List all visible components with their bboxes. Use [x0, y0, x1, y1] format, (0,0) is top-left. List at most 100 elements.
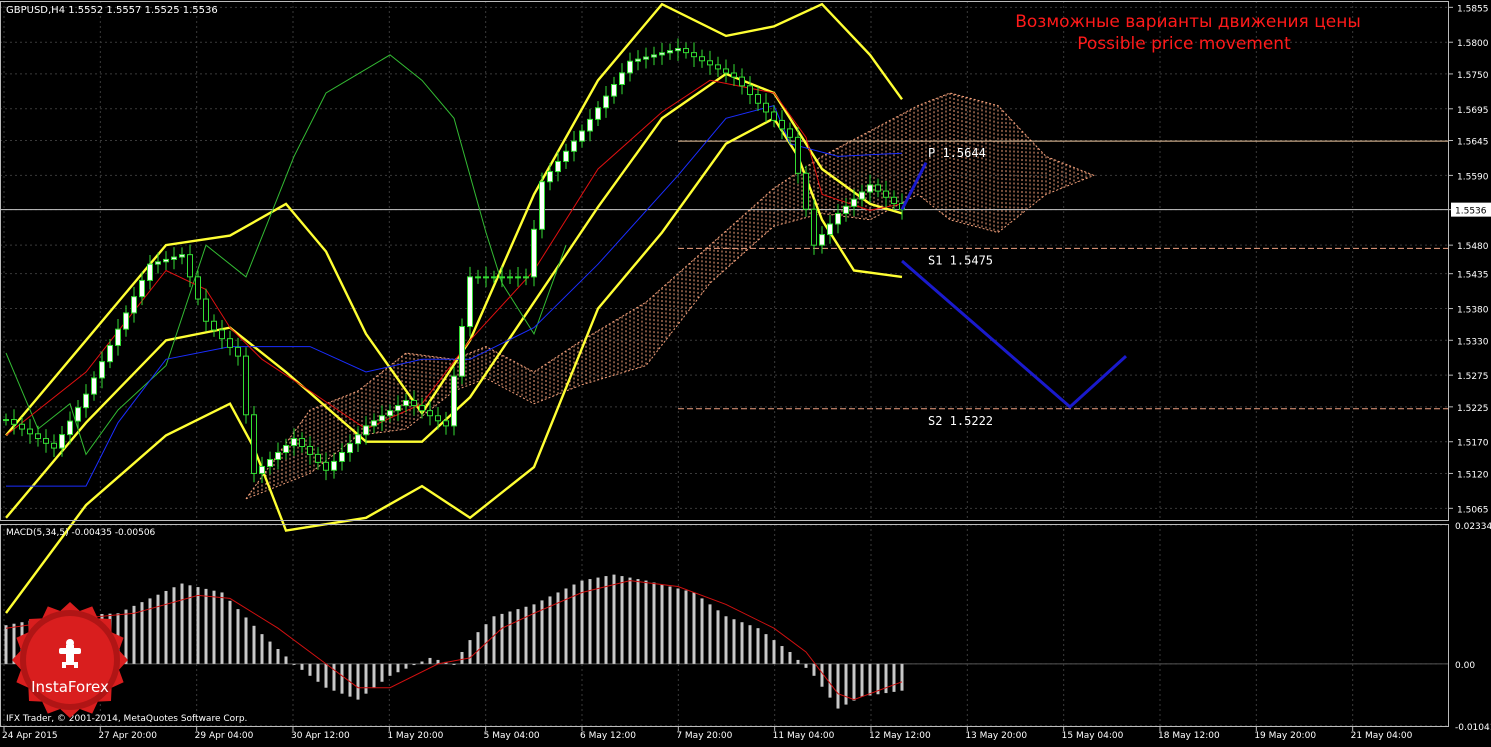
candle-body — [475, 276, 481, 279]
candle-body — [371, 420, 377, 427]
candle-body — [843, 205, 849, 214]
macd-bar — [372, 663, 376, 688]
chikou-line — [5, 54, 567, 456]
time-tick-label: 29 Apr 04:00 — [195, 731, 254, 741]
candle-body — [651, 54, 657, 58]
macd-bar — [268, 641, 272, 664]
candle-body — [67, 420, 73, 436]
candle-body — [59, 434, 65, 449]
candle-body — [739, 76, 745, 87]
macd-bar — [756, 628, 760, 664]
candle-body — [19, 423, 25, 430]
candle-body — [595, 107, 601, 120]
price-tick-label: 1.5065 — [1457, 505, 1489, 515]
time-tick-label: 19 May 20:00 — [1254, 731, 1316, 741]
pivot-levels: P 1.5644 S1 1.5475 S2 1.5222 — [0, 140, 1449, 428]
candle-body — [275, 452, 281, 460]
candle-body — [683, 48, 689, 54]
candle-body — [603, 95, 609, 109]
candle-body — [211, 320, 217, 331]
pivot-label: P 1.5644 — [928, 146, 986, 160]
candle-body — [347, 443, 353, 454]
candle-body — [883, 190, 889, 198]
candle-body — [195, 276, 201, 300]
chart-canvas[interactable]: P 1.5644S1 1.5475S2 1.5222 1.58551.58001… — [0, 0, 1491, 743]
macd-bar — [644, 580, 648, 664]
candle-body — [387, 410, 393, 417]
candle-body — [27, 428, 33, 435]
current-price-label: 1.5536 — [1455, 207, 1487, 217]
axes: 1.5855 1.5800 1.5750 1.5695 1.5645 1.5590 1.54… — [2, 4, 1491, 741]
candle-body — [355, 434, 361, 445]
candle-body — [763, 102, 769, 113]
candle-body — [579, 130, 585, 142]
candle-body — [451, 375, 457, 427]
candle-body — [571, 140, 577, 152]
candle-body — [787, 128, 793, 138]
macd-bar — [124, 609, 128, 664]
senkou-span-b-line — [245, 174, 1095, 500]
macd-tick-label: 0.02334 — [1455, 522, 1491, 532]
price-panel-frame — [0, 1, 1449, 521]
candle-body — [723, 68, 729, 74]
candle-body — [291, 438, 297, 447]
candle-body — [35, 433, 41, 440]
candle-body — [83, 393, 89, 409]
candle-body — [179, 254, 185, 258]
pivot-label: S2 1.5222 — [928, 414, 993, 428]
candle-body — [547, 171, 553, 183]
candle-body — [75, 407, 81, 422]
price-tick-label: 1.5480 — [1457, 242, 1489, 252]
candle-body — [131, 296, 137, 314]
macd-bar — [892, 663, 896, 692]
price-tick-label: 1.5800 — [1457, 39, 1489, 49]
candle-body — [691, 52, 697, 58]
candle-body — [643, 56, 649, 60]
time-tick-label: 7 May 20:00 — [676, 731, 732, 741]
candle-body — [627, 60, 633, 74]
macd-bar — [604, 576, 608, 664]
candles — [3, 38, 905, 484]
macd-bar — [428, 657, 432, 664]
macd-bar — [516, 609, 520, 664]
forecast-path — [901, 259, 1128, 409]
macd-bar — [332, 663, 336, 691]
chart-window[interactable]: P 1.5644 S1 1.5475 S2 1.5222 1.5855 1.5800 1… — [0, 0, 1491, 743]
logo-text: InstaForex — [31, 678, 109, 696]
macd-bar — [348, 663, 352, 697]
candle-body — [155, 261, 161, 265]
candle-body — [331, 460, 337, 471]
copyright-text: IFX Trader, © 2001-2014, MetaQuotes Soft… — [6, 714, 247, 724]
macd-bar — [500, 613, 504, 664]
macd-bar — [172, 587, 176, 664]
macd-bar — [788, 651, 792, 664]
time-tick-label: 13 May 20:00 — [965, 731, 1027, 741]
candle-body — [555, 160, 561, 173]
time-tick-label: 11 May 04:00 — [773, 731, 835, 741]
price-tick-label: 1.5330 — [1457, 337, 1489, 347]
macd-bar — [364, 663, 368, 694]
macd-bar — [460, 651, 464, 664]
macd-bar — [468, 640, 472, 664]
chart-title: Возможные варианты движения цены — [1015, 12, 1361, 32]
candle-body — [731, 72, 737, 78]
candle-body — [123, 312, 129, 330]
candle-body — [243, 355, 249, 416]
candle-body — [819, 234, 825, 246]
time-tick-label: 21 May 04:00 — [1351, 731, 1413, 741]
candle-body — [419, 405, 425, 412]
candle-body — [675, 48, 681, 52]
candle-body — [107, 344, 113, 363]
macd-bar — [876, 663, 880, 695]
candle-body — [859, 191, 865, 200]
candle-body — [851, 198, 857, 207]
time-tick-label: 24 Apr 2015 — [2, 731, 58, 741]
macd-bar — [860, 663, 864, 697]
macd-bar — [164, 590, 168, 664]
time-tick-label: 18 May 12:00 — [1158, 731, 1220, 741]
macd-bar — [836, 663, 840, 709]
candle-body — [379, 415, 385, 422]
candle-body — [499, 276, 505, 279]
macd-bar — [724, 616, 728, 664]
macd-bar — [236, 609, 240, 664]
